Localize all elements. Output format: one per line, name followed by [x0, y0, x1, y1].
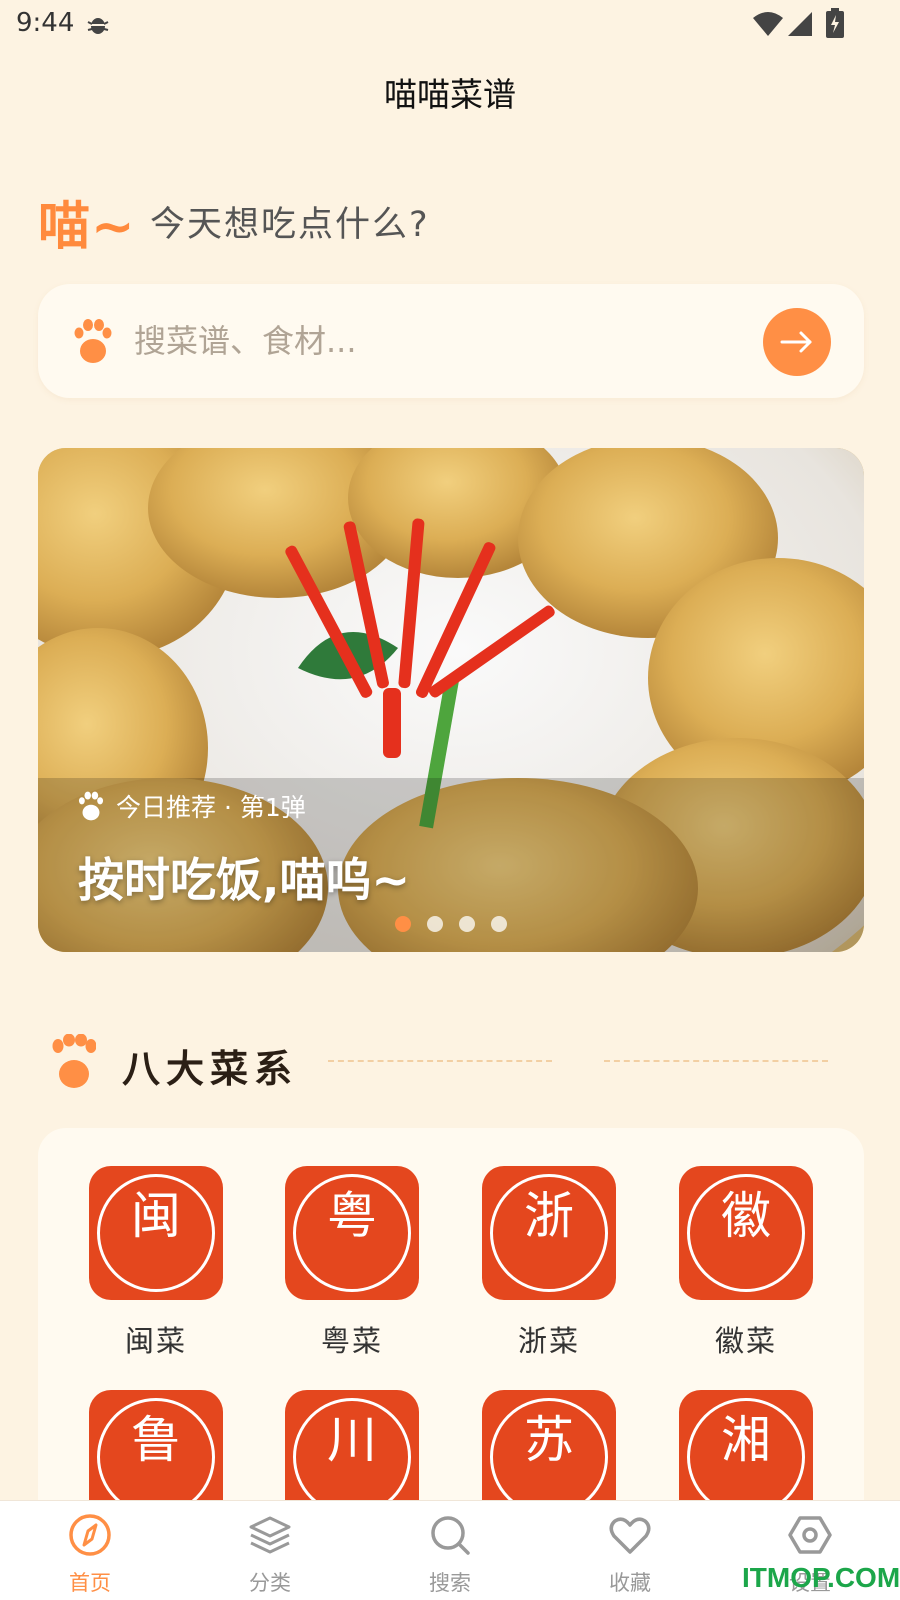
cuisine-yue-icon: 粤 [285, 1166, 419, 1300]
pagination-dot[interactable] [459, 916, 475, 932]
banner-tag: 今日推荐 · 第1弹 [78, 788, 306, 824]
banner-tag-text: 今日推荐 · 第1弹 [116, 793, 306, 822]
tab-home[interactable]: 首页 [0, 1501, 180, 1600]
cuisine-label: 浙菜 [517, 1324, 580, 1358]
cuisine-zhe-icon: 浙 [482, 1166, 616, 1300]
tab-favorites[interactable]: 收藏 [540, 1501, 720, 1600]
arrow-right-icon [780, 331, 812, 353]
tab-label: 收藏 [609, 1571, 651, 1595]
cuisine-hui-icon: 徽 [679, 1166, 813, 1300]
status-time: 9:44 [16, 8, 75, 38]
cuisine-item-hui[interactable]: 徽 徽菜 [679, 1166, 813, 1360]
settings-icon [788, 1516, 832, 1554]
tab-category[interactable]: 分类 [180, 1501, 360, 1600]
battery-charging-icon [826, 8, 844, 38]
banner-title: 按时吃饭,喵呜~ [78, 853, 411, 907]
cellular-signal-icon [788, 12, 812, 36]
divider [328, 1060, 552, 1062]
section-header: 八大菜系 [52, 1034, 852, 1094]
cuisine-item-yue[interactable]: 粤 粤菜 [285, 1166, 419, 1360]
pagination-dot[interactable] [427, 916, 443, 932]
tab-label: 分类 [249, 1571, 291, 1595]
tab-search[interactable]: 搜索 [360, 1501, 540, 1600]
recommend-banner[interactable]: 今日推荐 · 第1弹 按时吃饭,喵呜~ [38, 448, 864, 952]
cuisine-label: 闽菜 [124, 1324, 187, 1358]
tab-label: 搜索 [429, 1571, 471, 1595]
cuisine-label: 粤菜 [320, 1324, 383, 1358]
heart-icon [609, 1517, 651, 1554]
cuisine-item-zhe[interactable]: 浙 浙菜 [482, 1166, 616, 1360]
compass-icon [69, 1514, 111, 1556]
banner-pagination [395, 916, 523, 932]
cuisine-label: 徽菜 [714, 1324, 777, 1358]
search-submit-button[interactable] [763, 308, 831, 376]
app-title: 喵喵菜谱 [384, 75, 516, 114]
tab-label: 首页 [69, 1571, 111, 1595]
paw-icon [52, 1034, 96, 1088]
layers-icon [249, 1516, 291, 1554]
cuisine-min-icon: 闽 [89, 1166, 223, 1300]
pagination-dot[interactable] [395, 916, 411, 932]
divider [604, 1060, 828, 1062]
cuisine-item-min[interactable]: 闽 闽菜 [89, 1166, 223, 1360]
debug-bug-icon [87, 18, 109, 34]
search-box[interactable] [38, 284, 864, 398]
search-icon [431, 1516, 470, 1555]
section-title: 八大菜系 [122, 1047, 299, 1091]
status-bar: 9:44 [0, 0, 900, 48]
paw-icon [78, 791, 104, 821]
paw-icon [74, 319, 112, 363]
greeting-text: 今天想吃点什么? [150, 205, 430, 245]
search-input[interactable] [134, 308, 734, 374]
pagination-dot[interactable] [491, 916, 507, 932]
watermark: ITMOP.COM [742, 1562, 900, 1593]
greeting-mew: 喵~ [38, 197, 136, 257]
wifi-icon [753, 12, 783, 36]
